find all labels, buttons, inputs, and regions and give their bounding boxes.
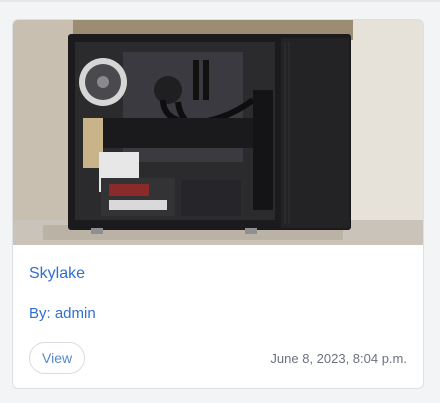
pc-case-photo-icon (13, 20, 423, 245)
top-divider (0, 0, 440, 2)
view-button[interactable]: View (29, 342, 86, 374)
post-author: By: admin (29, 305, 96, 322)
post-date: June 8, 2023, 8:04 p.m. (270, 351, 407, 366)
post-image[interactable] (13, 20, 423, 245)
post-card: Skylake By: admin View June 8, 2023, 8:0… (12, 19, 424, 389)
post-title-link[interactable]: Skylake (29, 265, 85, 283)
